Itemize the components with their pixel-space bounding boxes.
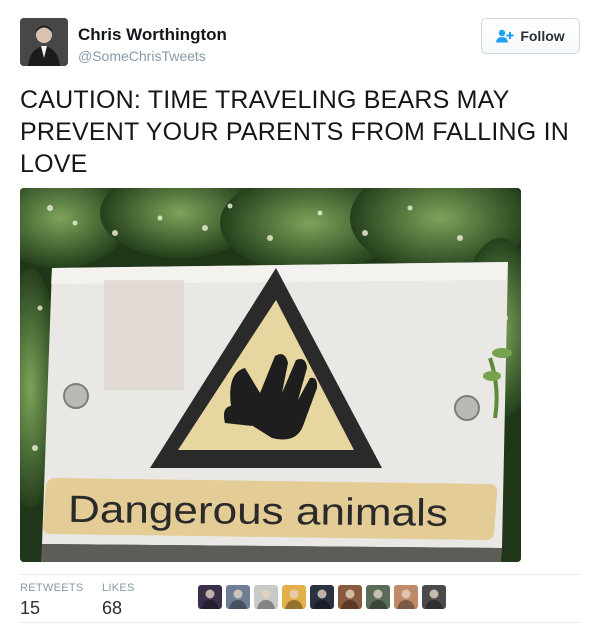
author-avatar[interactable] [20, 18, 68, 66]
follow-label: Follow [520, 28, 565, 44]
tweet-text: CAUTION: TIME TRAVELING BEARS MAY PREVEN… [20, 86, 569, 178]
liker-avatar[interactable] [198, 585, 222, 609]
tweet-stats: RETWEETS 15 LIKES 68 [20, 576, 580, 620]
liker-avatar[interactable] [422, 585, 446, 609]
retweets-count: 15 [20, 598, 41, 618]
stats-top-divider [20, 574, 580, 575]
liker-avatar[interactable] [394, 585, 418, 609]
likes-stat[interactable]: LIKES 68 [102, 582, 135, 619]
liker-avatar[interactable] [310, 585, 334, 609]
liker-avatar[interactable] [254, 585, 278, 609]
likes-label: LIKES [102, 582, 135, 594]
liker-avatars [198, 585, 446, 611]
tweet-header: Chris Worthington @SomeChrisTweets Follo… [20, 18, 580, 68]
tweet-card: Chris Worthington @SomeChrisTweets Follo… [0, 0, 601, 628]
liker-avatar[interactable] [338, 585, 362, 609]
retweets-stat[interactable]: RETWEETS 15 [20, 582, 84, 619]
liker-avatar[interactable] [282, 585, 306, 609]
add-user-icon [496, 29, 514, 43]
liker-avatar[interactable] [366, 585, 390, 609]
stats-bottom-divider [20, 622, 580, 623]
tweet-photo[interactable]: Dangerous animals [20, 188, 521, 562]
sign-text: Dangerous animals [68, 489, 448, 535]
author-handle[interactable]: @SomeChrisTweets [78, 48, 206, 64]
retweets-label: RETWEETS [20, 582, 84, 594]
likes-count: 68 [102, 598, 123, 618]
author-name[interactable]: Chris Worthington [78, 25, 227, 45]
follow-button[interactable]: Follow [481, 18, 580, 54]
liker-avatar[interactable] [226, 585, 250, 609]
